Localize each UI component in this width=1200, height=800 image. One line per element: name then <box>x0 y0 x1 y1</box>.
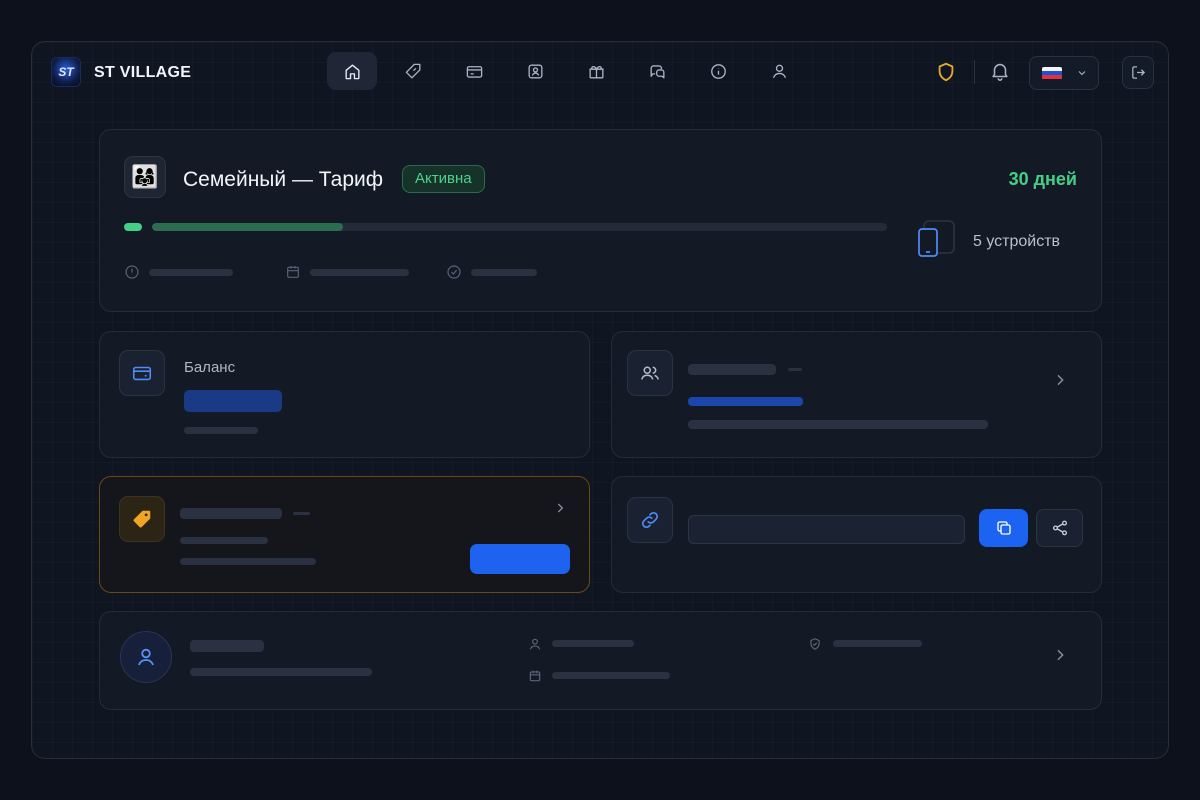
profile-subtext-placeholder <box>190 668 372 676</box>
chevron-down-icon <box>1078 71 1086 76</box>
progress-fill <box>152 223 344 231</box>
promo-code-card[interactable] <box>99 476 590 593</box>
user-icon <box>772 64 786 78</box>
meta-placeholder <box>149 269 233 276</box>
promo-line-placeholder <box>180 537 268 544</box>
calendar-icon <box>287 266 299 278</box>
shield-icon[interactable] <box>935 61 957 83</box>
check-circle-icon <box>447 265 461 279</box>
days-remaining: 30 дней <box>1008 169 1077 189</box>
credit-card-icon <box>466 65 482 78</box>
link-icon <box>641 511 659 529</box>
avatar <box>120 631 172 683</box>
main-nav <box>327 52 804 92</box>
info-icon <box>710 63 726 79</box>
app-window: ST ST VILLAGE <box>31 41 1169 759</box>
brand-name[interactable]: ST VILLAGE <box>94 64 191 82</box>
status-badge: Активна <box>402 165 485 193</box>
plan-title: Семейный — Тариф <box>183 168 384 191</box>
logout-button[interactable] <box>1122 56 1154 89</box>
bell-icon[interactable] <box>989 60 1011 82</box>
nav-chat[interactable] <box>632 52 682 90</box>
nav-info[interactable] <box>693 52 743 90</box>
promo-line-placeholder <box>180 558 316 565</box>
header-divider <box>974 60 975 84</box>
balance-amount-placeholder <box>184 390 282 412</box>
top-navigation-bar: ST ST VILLAGE <box>32 42 1168 104</box>
gift-icon <box>588 65 604 79</box>
nav-diamond[interactable] <box>388 52 438 90</box>
referrals-card[interactable] <box>611 331 1102 458</box>
chevron-right-icon[interactable] <box>553 501 567 515</box>
alert-circle-icon <box>125 265 139 279</box>
users-icon-box <box>627 350 673 396</box>
profile-card[interactable] <box>99 611 1102 710</box>
profile-field-placeholder <box>552 640 634 647</box>
home-icon <box>344 63 360 79</box>
nav-profile[interactable] <box>754 52 804 90</box>
tag-icon <box>133 510 151 528</box>
tag-icon-box <box>119 496 165 542</box>
family-avatar-icon: 👨‍👩‍👧 <box>124 156 166 198</box>
logout-icon <box>1131 66 1145 79</box>
subscription-link-field[interactable] <box>688 515 965 544</box>
profile-field-placeholder <box>552 672 670 679</box>
user-icon <box>138 648 154 666</box>
share-button[interactable] <box>1036 509 1083 547</box>
promo-dash-placeholder <box>293 512 310 515</box>
user-small-icon <box>529 638 541 650</box>
russia-flag-icon <box>1042 66 1062 80</box>
profile-field-placeholder <box>833 640 922 647</box>
shield-check-icon <box>810 638 820 650</box>
meta-placeholder <box>471 269 537 276</box>
contact-card-icon <box>527 63 543 79</box>
users-icon <box>641 366 659 380</box>
balance-label: Баланс <box>184 359 236 376</box>
diamond-icon <box>405 63 421 79</box>
devices-count: 5 устройств <box>973 233 1061 250</box>
link-icon-box <box>627 497 673 543</box>
subscription-progress-bar <box>152 223 887 231</box>
balance-subtext-placeholder <box>184 427 258 434</box>
activate-promo-button[interactable] <box>470 544 570 574</box>
subscription-link-card[interactable] <box>611 476 1102 593</box>
copy-icon <box>996 521 1011 535</box>
language-selector[interactable] <box>1029 56 1099 90</box>
referral-dash-placeholder <box>788 368 802 371</box>
wallet-icon-box <box>119 350 165 396</box>
progress-indicator-dot <box>124 223 142 231</box>
subscription-plan-card[interactable]: 👨‍👩‍👧 Семейный — Тариф Активна 30 дней 5… <box>99 129 1102 312</box>
profile-name-placeholder <box>190 640 264 652</box>
calendar-icon <box>529 670 541 682</box>
nav-payments[interactable] <box>449 52 499 90</box>
nav-contacts[interactable] <box>510 52 560 90</box>
device-icon <box>918 220 955 257</box>
copy-button[interactable] <box>979 509 1028 547</box>
logo[interactable]: ST <box>51 57 81 87</box>
promo-title-placeholder <box>180 508 282 519</box>
referral-title-placeholder <box>688 364 776 375</box>
meta-placeholder <box>310 269 409 276</box>
referral-subtext-placeholder <box>688 420 988 429</box>
balance-card[interactable]: Баланс <box>99 331 590 458</box>
wallet-icon <box>132 366 152 381</box>
nav-home[interactable] <box>327 52 377 90</box>
nav-gifts[interactable] <box>571 52 621 90</box>
chevron-right-icon[interactable] <box>1052 647 1068 663</box>
chat-icon <box>649 64 665 79</box>
share-icon <box>1052 520 1067 536</box>
chevron-right-icon[interactable] <box>1052 372 1068 388</box>
referral-value-placeholder <box>688 397 803 406</box>
